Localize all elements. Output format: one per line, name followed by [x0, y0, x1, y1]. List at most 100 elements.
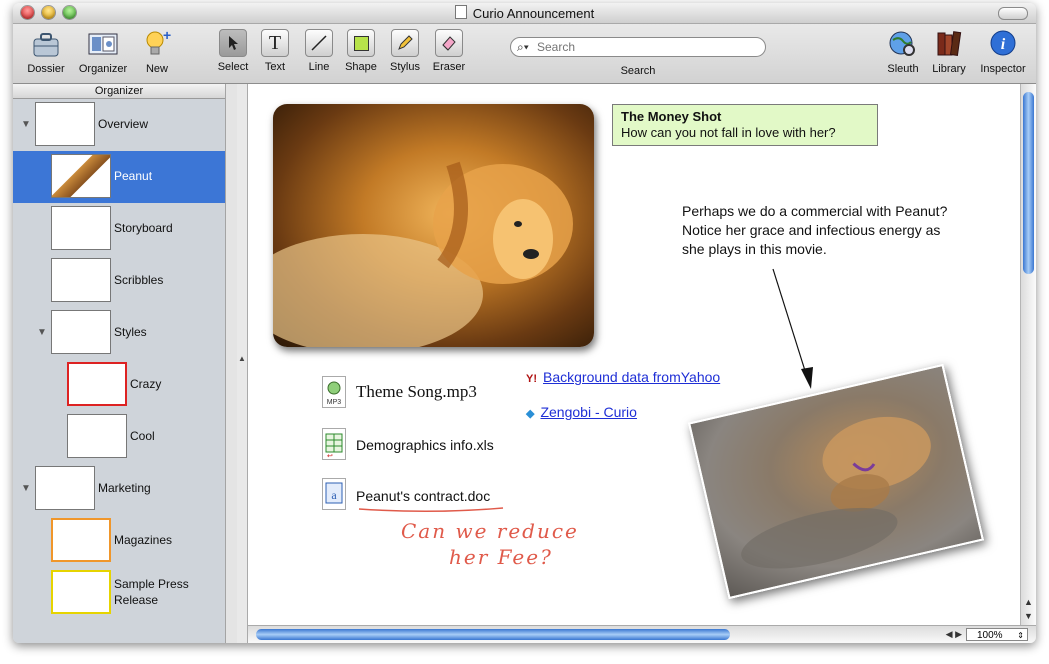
file-name: Demographics info.xls: [356, 437, 494, 453]
organizer-icon: [87, 28, 119, 60]
canvas-horizontal-scrollbar[interactable]: ◀ ▶ 100% ⇕: [248, 625, 1036, 643]
sidebar-item-storyboard[interactable]: Storyboard: [13, 203, 225, 255]
select-label: Select: [217, 61, 249, 73]
inspector-label: Inspector: [980, 63, 1026, 75]
sidebar-item-magazines[interactable]: Magazines: [13, 515, 225, 567]
eraser-icon: [435, 29, 463, 57]
text-tool[interactable]: T Text: [257, 28, 293, 73]
handwriting-line: Can we reduce: [401, 519, 579, 543]
handwriting-line: her Fee?: [449, 545, 553, 569]
sidebar-item-overview[interactable]: ▼ Overview: [13, 99, 225, 151]
arrow-connector[interactable]: [763, 265, 823, 393]
sidebar-item-label: Magazines: [114, 533, 173, 547]
sidebar-item-label: Storyboard: [114, 221, 173, 235]
new-button[interactable]: + New: [139, 27, 175, 75]
globe-magnifier-icon: [887, 28, 919, 60]
sidebar-item-scribbles[interactable]: Scribbles: [13, 255, 225, 307]
sidebar-item-label: Scribbles: [114, 273, 164, 287]
file-name: Theme Song.mp3: [356, 382, 477, 401]
sidebar-item-marketing[interactable]: ▼ Marketing: [13, 463, 225, 515]
organizer-header: Organizer: [13, 84, 225, 99]
svg-text:i: i: [1001, 36, 1006, 53]
sidebar-item-peanut[interactable]: Peanut: [13, 151, 225, 203]
scroll-up-arrow-icon[interactable]: ▲: [1024, 597, 1033, 607]
word-doc-file-icon: a: [322, 478, 346, 510]
scroll-down-arrow-icon[interactable]: ▼: [1024, 611, 1033, 621]
thumbnail: [51, 154, 111, 198]
dossier-label: Dossier: [27, 63, 65, 75]
stylus-label: Stylus: [390, 61, 420, 73]
toolbar-toggle-button[interactable]: [998, 7, 1028, 20]
disclosure-open-icon[interactable]: ▼: [21, 483, 31, 494]
search-field[interactable]: ⌕▾: [510, 37, 766, 57]
caption-text[interactable]: Perhaps we do a commercial with Peanut? …: [682, 202, 1002, 259]
disclosure-open-icon[interactable]: ▼: [21, 119, 31, 130]
inspector-button[interactable]: i Inspector: [975, 28, 1031, 75]
link-background-data-yahoo[interactable]: Y! Background data fromYahoo: [526, 369, 720, 385]
sidebar-item-label: Sample Press: [114, 577, 189, 591]
sidebar-item-label: Overview: [98, 117, 149, 131]
scroll-left-right-arrows-icon[interactable]: ◀ ▶: [946, 629, 962, 640]
disclosure-open-icon[interactable]: ▼: [37, 327, 47, 338]
toolbar: Dossier Organizer + New Select T Text Li…: [13, 24, 1036, 84]
zoom-popup[interactable]: 100% ⇕: [966, 628, 1028, 641]
split-view-divider[interactable]: ▲: [237, 84, 248, 643]
link-zengobi-curio[interactable]: ◆ Zengobi - Curio: [526, 404, 637, 420]
window-title: Curio Announcement: [13, 5, 1036, 21]
sidebar-item-label: Styles: [114, 325, 147, 339]
sidebar-item-sample-press-release[interactable]: Sample Press Release: [13, 567, 225, 619]
sidebar-item-label: Crazy: [130, 377, 162, 391]
search-label: Search: [620, 65, 656, 77]
thumbnail: [35, 466, 95, 510]
new-label: New: [145, 63, 168, 75]
sidebar-item-crazy[interactable]: Crazy: [13, 359, 225, 411]
handwritten-note[interactable]: Can we reduce her Fee?: [353, 504, 653, 574]
mp3-file-icon: MP3: [322, 376, 346, 408]
zoom-value: 100%: [977, 630, 1003, 641]
eraser-label: Eraser: [432, 61, 466, 73]
sidebar-item-label-line2: Release: [114, 593, 159, 607]
dog-photo[interactable]: [273, 104, 594, 347]
dossier-button[interactable]: Dossier: [23, 28, 69, 75]
spreadsheet-file-icon: ↩: [322, 428, 346, 460]
shape-square-icon: [347, 29, 375, 57]
stylus-tool[interactable]: Stylus: [385, 28, 425, 73]
link-text: Background data fromYahoo: [543, 369, 721, 385]
line-icon: [305, 29, 333, 57]
shape-tool[interactable]: Shape: [343, 28, 379, 73]
stepper-icon[interactable]: ⇕: [1017, 629, 1024, 642]
thumbnail: [51, 570, 111, 614]
vertical-scroll-thumb[interactable]: [1023, 92, 1034, 274]
search-input[interactable]: [535, 39, 739, 55]
select-tool[interactable]: Select: [215, 28, 251, 73]
search-icon: ⌕▾: [517, 40, 529, 54]
sidebar-item-cool[interactable]: Cool: [13, 411, 225, 463]
svg-text:+: +: [163, 28, 171, 43]
ink-underline: [358, 507, 504, 513]
library-button[interactable]: Library: [927, 28, 971, 75]
organizer-button[interactable]: Organizer: [75, 28, 131, 75]
thumbnail: [67, 362, 127, 406]
text-t-icon: T: [261, 29, 289, 57]
svg-text:a: a: [331, 488, 337, 502]
sticky-note[interactable]: The Money Shot How can you not fall in l…: [612, 104, 878, 146]
app-window: Curio Announcement Dossier Organizer + N…: [13, 3, 1036, 643]
thumbnail: [51, 206, 111, 250]
collapse-arrow-icon[interactable]: ▲: [238, 354, 246, 363]
line-label: Line: [308, 61, 330, 73]
window-title-text: Curio Announcement: [472, 6, 595, 21]
document-icon: [454, 5, 467, 19]
note-body: How can you not fall in love with her?: [621, 125, 836, 140]
sidebar-item-styles[interactable]: ▼ Styles: [13, 307, 225, 359]
sleuth-button[interactable]: Sleuth: [881, 28, 925, 75]
caption-line: Notice her grace and infectious energy a…: [682, 222, 941, 238]
eraser-tool[interactable]: Eraser: [429, 28, 469, 73]
horizontal-scroll-thumb[interactable]: [256, 629, 730, 640]
canvas-vertical-scrollbar[interactable]: ▲ ▼: [1020, 84, 1036, 625]
line-tool[interactable]: Line: [301, 28, 337, 73]
sidebar-item-label: Cool: [130, 429, 155, 443]
bookmark-diamond-icon: ◆: [526, 408, 535, 420]
thumbnail: [51, 310, 111, 354]
lightbulb-plus-icon: +: [141, 27, 173, 60]
thumbnail: [67, 414, 127, 458]
